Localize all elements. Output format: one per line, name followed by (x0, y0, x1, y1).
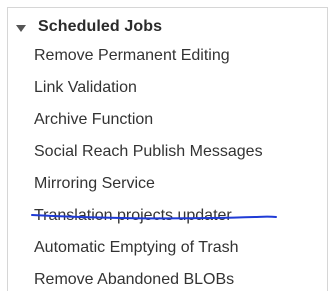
job-item-remove-abandoned-blobs[interactable]: Remove Abandoned BLOBs (34, 270, 263, 291)
job-item-remove-permanent-editing[interactable]: Remove Permanent Editing (34, 46, 263, 78)
triangle-down-icon[interactable] (16, 24, 26, 32)
job-item-social-reach-publish-messages[interactable]: Social Reach Publish Messages (34, 142, 263, 174)
job-item-mirroring-service[interactable]: Mirroring Service (34, 174, 263, 206)
scheduled-jobs-header[interactable]: Scheduled Jobs (16, 16, 162, 38)
section-title: Scheduled Jobs (38, 18, 163, 35)
scheduled-jobs-panel: Scheduled Jobs Remove Permanent Editing … (7, 7, 328, 291)
scheduled-jobs-list: Remove Permanent Editing Link Validation… (34, 46, 263, 291)
job-item-translation-projects-updater[interactable]: Translation projects updater (34, 206, 263, 238)
job-item-link-validation[interactable]: Link Validation (34, 78, 263, 110)
job-item-archive-function[interactable]: Archive Function (34, 110, 263, 142)
job-item-automatic-emptying-of-trash[interactable]: Automatic Emptying of Trash (34, 238, 263, 270)
